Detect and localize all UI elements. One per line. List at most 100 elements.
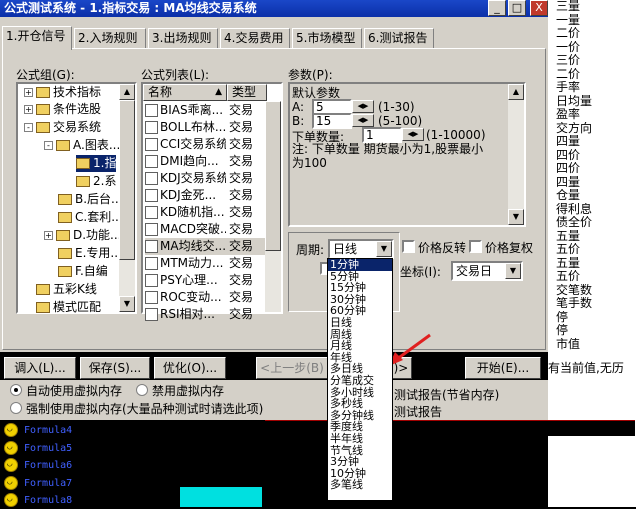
scroll-down-arrow[interactable]: ▼ [119, 296, 135, 312]
list-item[interactable]: RSI相对... 交易 [145, 306, 267, 323]
qty-range: (1-10000) [426, 128, 486, 142]
tree-item[interactable]: - A.图表... [44, 137, 120, 154]
param-a-spinner[interactable]: ◀▶ [352, 100, 374, 113]
tree-item[interactable]: B.后台... [58, 191, 123, 208]
column-header-type[interactable]: 类型 [227, 84, 267, 101]
period-option[interactable]: 月线 [328, 340, 392, 352]
optimize-button[interactable]: 优化(O)... [154, 357, 226, 379]
param-b-input[interactable]: 15 [312, 113, 352, 129]
period-option[interactable]: 1分钟 [328, 259, 392, 271]
disable-memory-radio[interactable] [136, 384, 148, 396]
list-item[interactable]: DMI趋向... 交易 [145, 153, 267, 170]
list-item[interactable]: BIAS乖离... 交易 [145, 102, 267, 119]
formula-list[interactable]: 名称 ▲ 类型 BIAS乖离... 交易 BOLL布林... 交易 CCI交易系统 交易 DM… [141, 82, 283, 321]
force-memory-radio[interactable] [10, 402, 22, 414]
price-reverse-checkbox[interactable] [402, 240, 415, 253]
prev-button[interactable]: <上一步(B) [256, 357, 328, 379]
background-field: 五价 [556, 243, 581, 256]
formula-icon [145, 223, 158, 236]
tab-entry-rules[interactable]: 2.入场规则 [74, 28, 146, 49]
list-item[interactable]: MTM动力... 交易 [145, 255, 267, 272]
status-right-text: 有当前值,无历 [548, 359, 636, 376]
scroll-thumb[interactable] [119, 100, 135, 260]
list-item[interactable]: PSY心理... 交易 [145, 272, 267, 289]
tree-item[interactable]: - 交易系统 [24, 119, 101, 136]
list-item[interactable]: KDJ交易系统 交易 [145, 170, 267, 187]
background-field: 五量 [556, 256, 581, 270]
period-option[interactable]: 多笔线 [328, 479, 392, 491]
formula-label: Formula7 [24, 477, 73, 489]
tree-item[interactable]: 五彩K线 [36, 281, 97, 298]
params-scrollbar[interactable]: ▲ ▼ [508, 84, 524, 225]
list-item[interactable]: MACD突破... 交易 [145, 221, 267, 238]
formula-row[interactable]: Formula8 [4, 491, 72, 509]
chevron-down-icon[interactable]: ▼ [505, 263, 521, 279]
formula-label: Formula6 [24, 460, 73, 471]
close-button[interactable]: X [530, 0, 548, 16]
formula-type: 交易 [229, 154, 254, 168]
chevron-down-icon[interactable]: ▼ [376, 241, 392, 257]
formula-group-scrollbar[interactable]: ▲ ▼ [119, 84, 135, 312]
tree-item[interactable]: 模式匹配 [36, 299, 101, 316]
params-label: 参数(P): [288, 68, 333, 82]
formula-name: MTM动力... [160, 256, 224, 270]
scroll-up-arrow[interactable]: ▲ [508, 84, 524, 100]
qty-spinner[interactable]: ◀▶ [402, 128, 424, 141]
scroll-thumb[interactable] [265, 101, 281, 251]
minimize-button[interactable]: _ [488, 0, 506, 16]
period-option[interactable]: 分笔成交 [328, 375, 392, 387]
tree-item[interactable]: E.专用... [58, 245, 122, 262]
list-item[interactable]: BOLL布林... 交易 [145, 119, 267, 136]
smiley-icon [4, 456, 18, 473]
tab-trade-fees[interactable]: 4.交易费用 [220, 28, 290, 49]
save-button[interactable]: 保存(S)... [80, 357, 150, 379]
period-option[interactable]: 日线 [328, 317, 392, 329]
formula-type: 交易 [229, 273, 254, 287]
tab-exit-rules[interactable]: 3.出场规则 [148, 28, 218, 49]
formula-row[interactable]: Formula7 [4, 474, 73, 492]
tree-item-selected[interactable]: 1.指 [76, 155, 117, 172]
formula-row[interactable]: Formula6 [4, 456, 73, 474]
tab-market-model[interactable]: 5.市场模型 [292, 28, 362, 49]
start-button[interactable]: 开始(E)... [465, 357, 541, 379]
background-field: 市值 [556, 337, 581, 351]
list-item[interactable]: KD随机指... 交易 [145, 204, 267, 221]
background-field: 交笔数 [556, 283, 593, 297]
report-label: 测试报告 [394, 405, 443, 419]
period-select[interactable]: 日线 ▼ [328, 239, 394, 259]
import-button[interactable]: 调入(L)... [4, 357, 76, 379]
list-item[interactable]: CCI交易系统 交易 [145, 136, 267, 153]
list-item[interactable]: KDJ金死... 交易 [145, 187, 267, 204]
period-dropdown-list[interactable]: 1分钟 5分钟 15分钟 30分钟 60分钟 日线 周线 月线 年线 多日线 分笔成交 多小时线 多秒线… [327, 258, 393, 501]
coord-select[interactable]: 交易日 ▼ [451, 261, 523, 281]
tree-item[interactable]: 2.系 [76, 173, 116, 190]
period-option[interactable]: 多秒线 [328, 398, 392, 410]
column-header-name[interactable]: 名称 ▲ [143, 84, 227, 101]
scroll-up-arrow[interactable]: ▲ [119, 84, 135, 100]
auto-memory-radio[interactable] [10, 384, 22, 396]
maximize-button[interactable]: □ [508, 0, 526, 16]
tab-test-report[interactable]: 6.测试报告 [364, 28, 434, 49]
folder-icon [58, 194, 72, 205]
tree-item[interactable]: + 技术指标 [24, 84, 101, 101]
param-b-spinner[interactable]: ◀▶ [352, 114, 374, 127]
price-reverse-label: 价格反转 [418, 241, 467, 255]
folder-icon [36, 104, 50, 115]
list-item[interactable]: ROC变动... 交易 [145, 289, 267, 306]
scroll-down-arrow[interactable]: ▼ [508, 209, 524, 225]
price-restore-checkbox[interactable] [469, 240, 482, 253]
tree-item[interactable]: + D.功能... [44, 227, 122, 244]
list-item[interactable]: MA均线交... 交易 [145, 238, 267, 255]
period-option[interactable]: 3分钟 [328, 456, 392, 468]
tree-item[interactable]: + 条件选股 [24, 101, 101, 118]
formula-row[interactable]: Formula5 [4, 439, 72, 457]
tree-item[interactable]: F.自编 [58, 263, 108, 280]
period-option[interactable]: 半年线 [328, 433, 392, 445]
formula-list-scrollbar[interactable] [265, 101, 281, 312]
formula-type: 交易 [229, 239, 254, 253]
tab-open-signal[interactable]: 1.开仓信号 [2, 26, 72, 50]
tree-item[interactable]: C.套利... [58, 209, 123, 226]
formula-row[interactable]: Formula4 [4, 421, 72, 439]
background-field: 债全价 [556, 216, 593, 229]
qty-input[interactable]: 1 [362, 127, 402, 143]
